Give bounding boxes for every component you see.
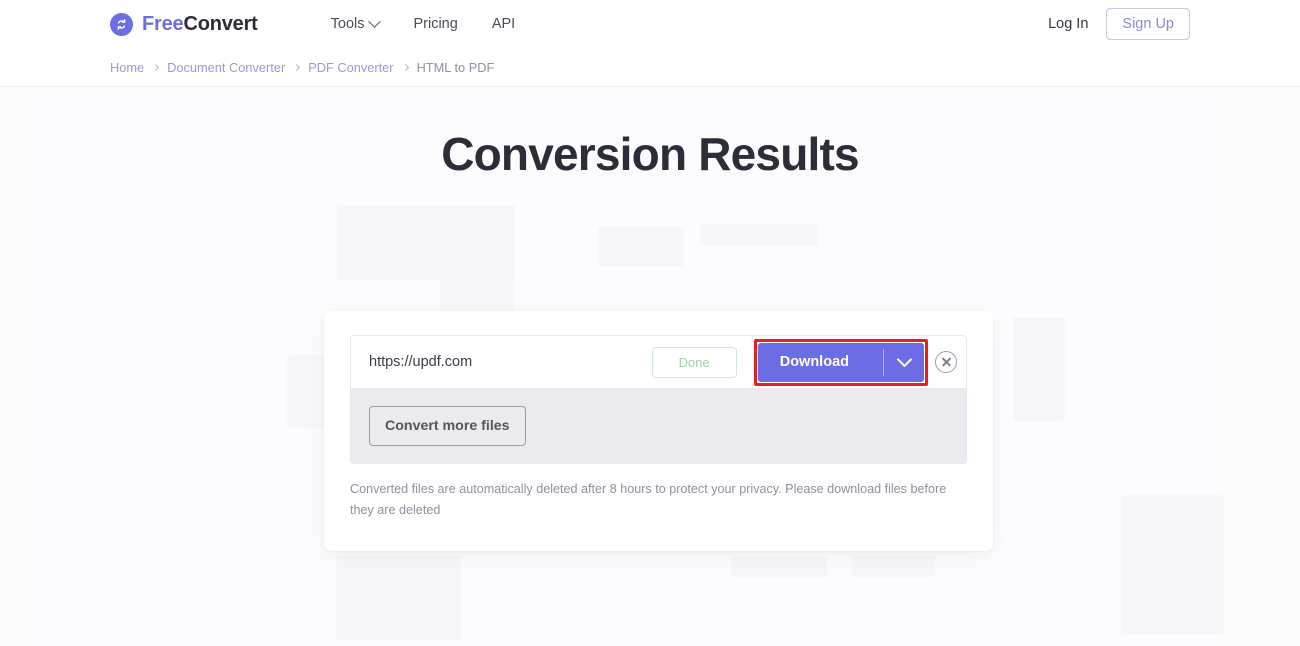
breadcrumb-bar: Home Document Converter PDF Converter HT… bbox=[0, 48, 1300, 87]
download-button[interactable]: Download bbox=[758, 343, 883, 382]
page-body: Conversion Results https://updf.com Done… bbox=[0, 87, 1300, 646]
signup-button[interactable]: Sign Up bbox=[1106, 8, 1190, 40]
sync-circle-icon bbox=[110, 12, 133, 36]
breadcrumb-item-document-converter[interactable]: Document Converter bbox=[167, 60, 285, 75]
file-row-actions: Done Download bbox=[651, 338, 966, 386]
conversion-results-card: https://updf.com Done Download Convert m… bbox=[324, 311, 993, 551]
site-header: FreeConvert Tools Pricing API Log In Sig… bbox=[0, 0, 1300, 48]
nav-item-tools-label: Tools bbox=[330, 16, 365, 32]
breadcrumb-item-pdf-converter[interactable]: PDF Converter bbox=[308, 60, 393, 75]
login-link[interactable]: Log In bbox=[1048, 16, 1088, 32]
brand-text-convert: Convert bbox=[183, 12, 258, 35]
header-account-actions: Log In Sign Up bbox=[1048, 8, 1190, 40]
nav-item-api[interactable]: API bbox=[492, 16, 515, 32]
nav-item-api-label: API bbox=[491, 16, 516, 32]
download-button-highlight-wrapper: Download bbox=[753, 338, 928, 386]
convert-more-files-button[interactable]: Convert more files bbox=[369, 406, 526, 446]
breadcrumb-separator-icon bbox=[293, 63, 301, 71]
nav-item-pricing-label: Pricing bbox=[413, 16, 458, 32]
nav-item-pricing[interactable]: Pricing bbox=[413, 16, 457, 32]
download-split-button[interactable]: Download bbox=[757, 342, 924, 382]
download-options-button[interactable] bbox=[884, 343, 924, 382]
chevron-down-icon bbox=[896, 351, 912, 367]
file-name: https://updf.com bbox=[369, 354, 473, 370]
chevron-down-icon bbox=[368, 14, 382, 28]
privacy-note: Converted files are automatically delete… bbox=[350, 482, 947, 517]
file-result-row: https://updf.com Done Download bbox=[350, 335, 967, 388]
brand-text-free: Free bbox=[142, 12, 184, 35]
breadcrumb-separator-icon bbox=[401, 63, 409, 71]
breadcrumb-item-html-to-pdf: HTML to PDF bbox=[416, 59, 495, 75]
page-title: Conversion Results bbox=[441, 128, 859, 180]
breadcrumb: Home Document Converter PDF Converter HT… bbox=[110, 60, 494, 75]
nav-item-tools[interactable]: Tools bbox=[330, 14, 382, 32]
close-circle-icon[interactable] bbox=[935, 351, 957, 373]
status-badge-done: Done bbox=[651, 346, 737, 378]
breadcrumb-separator-icon bbox=[152, 63, 160, 71]
main-nav: Tools Pricing API bbox=[330, 14, 515, 32]
breadcrumb-item-home[interactable]: Home bbox=[110, 60, 144, 75]
brand-wordmark: FreeConvert bbox=[142, 13, 258, 36]
convert-more-bar: Convert more files bbox=[350, 388, 967, 464]
brand-logo[interactable]: FreeConvert bbox=[110, 12, 258, 36]
